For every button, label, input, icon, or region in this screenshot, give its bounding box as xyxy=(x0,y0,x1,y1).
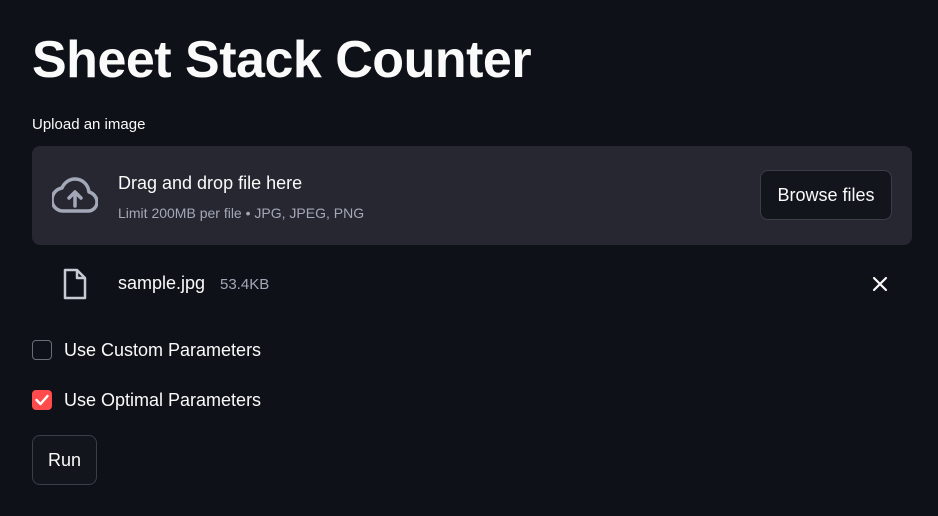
run-button[interactable]: Run xyxy=(32,435,97,485)
page-title: Sheet Stack Counter xyxy=(32,31,532,89)
custom-parameters-label: Use Custom Parameters xyxy=(64,339,262,360)
dropzone-instruction: Drag and drop file here xyxy=(118,173,303,193)
uploaded-file-name: sample.jpg xyxy=(118,273,206,293)
optimal-parameters-label: Use Optimal Parameters xyxy=(64,389,262,410)
upload-label: Upload an image xyxy=(32,116,146,133)
browse-files-button[interactable]: Browse files xyxy=(760,170,892,220)
uploaded-file-size: 53.4KB xyxy=(220,276,270,293)
checkmark-icon xyxy=(35,394,49,406)
checkbox-checked[interactable] xyxy=(32,390,52,410)
file-icon xyxy=(62,268,88,300)
remove-file-button[interactable] xyxy=(868,272,892,296)
optimal-parameters-checkbox[interactable]: Use Optimal Parameters xyxy=(32,388,261,412)
file-dropzone[interactable]: Drag and drop file here Limit 200MB per … xyxy=(32,146,912,245)
uploaded-file-item: sample.jpg 53.4KB xyxy=(32,262,912,306)
cloud-upload-icon xyxy=(50,176,99,214)
close-icon xyxy=(872,276,888,292)
checkbox-unchecked[interactable] xyxy=(32,340,52,360)
app-root: Sheet Stack Counter Upload an image Drag… xyxy=(0,0,938,516)
custom-parameters-checkbox[interactable]: Use Custom Parameters xyxy=(32,338,261,362)
dropzone-limit: Limit 200MB per file • JPG, JPEG, PNG xyxy=(118,205,365,221)
